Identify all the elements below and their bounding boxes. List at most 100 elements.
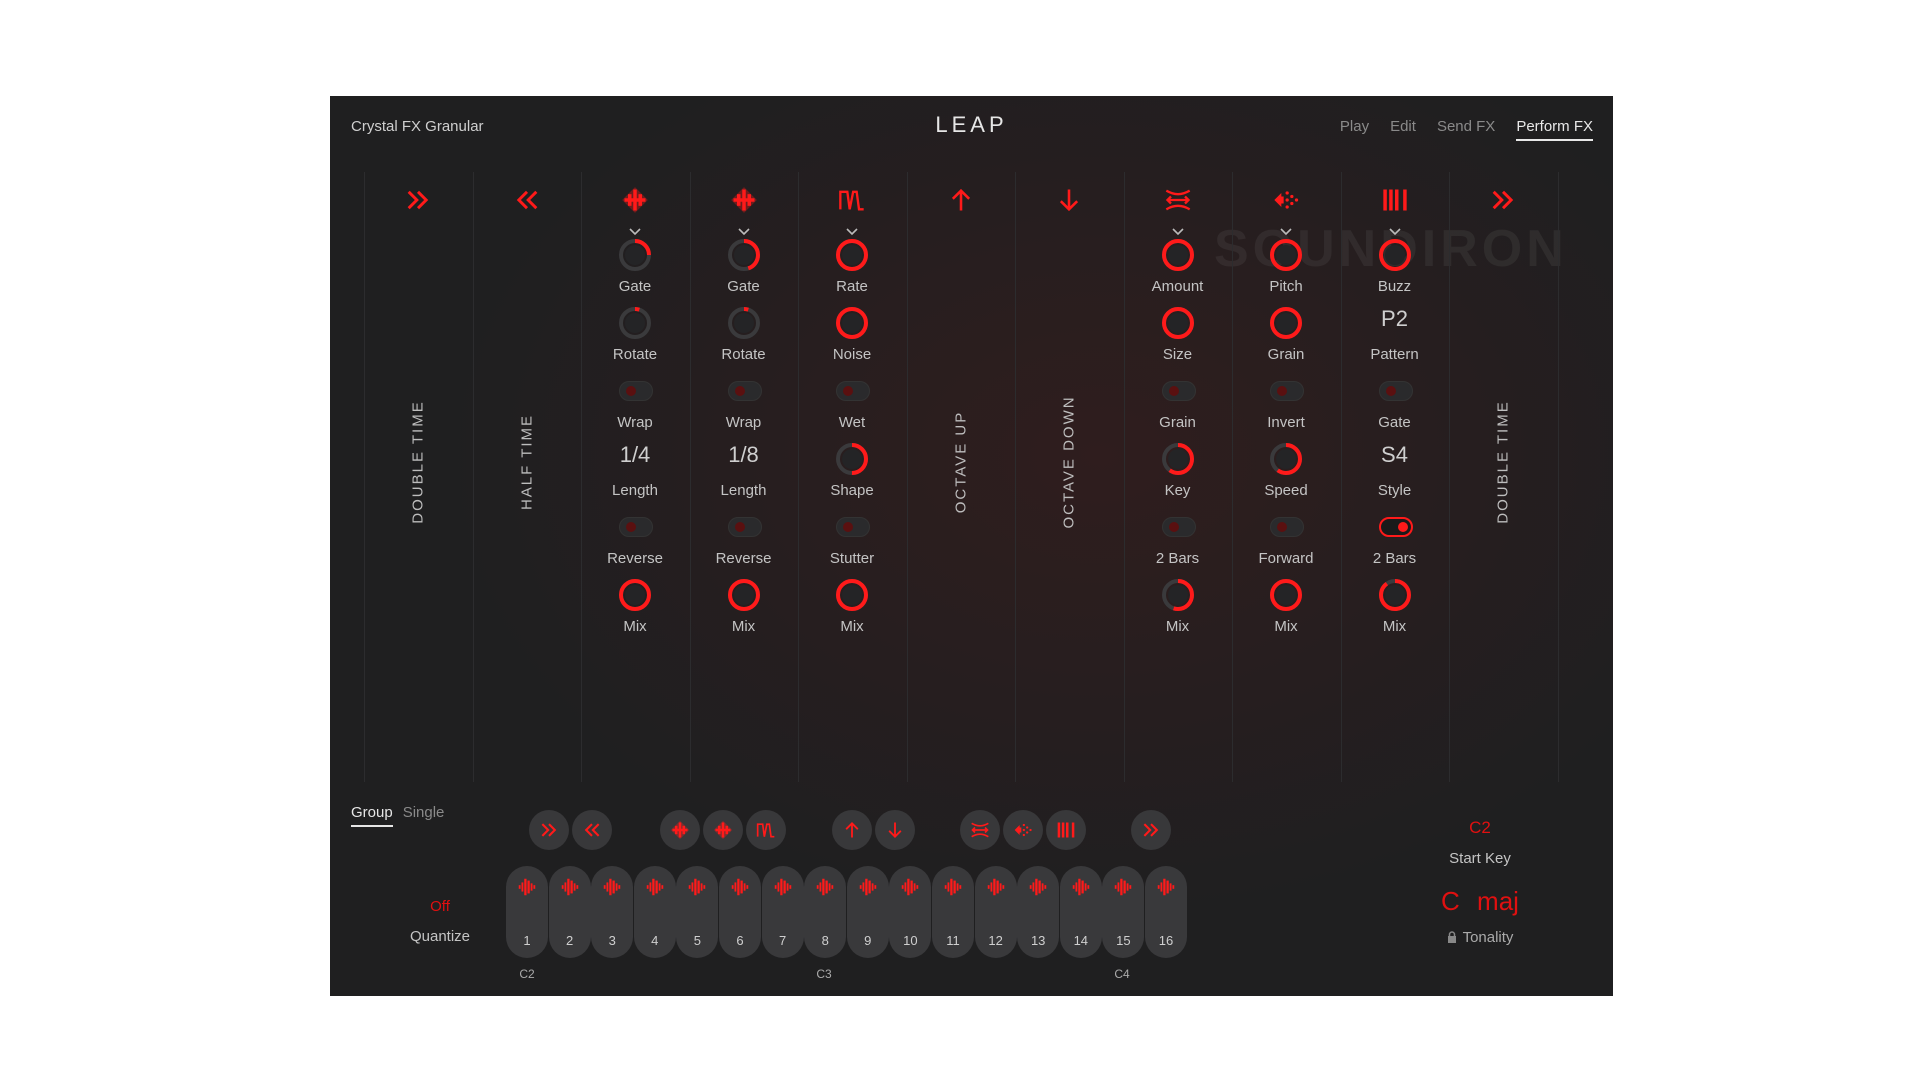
stutter-diamond-icon[interactable] (690, 182, 798, 218)
double-chevron-right-button[interactable] (1131, 810, 1171, 850)
stutter-diamond-button[interactable] (703, 810, 743, 850)
trigger-pad-2[interactable]: 2 (548, 866, 591, 958)
value-length[interactable]: 1/8 (690, 442, 798, 468)
double-chevron-right-icon[interactable] (364, 182, 472, 218)
toggle-invert[interactable] (1270, 381, 1304, 401)
tab-send-fx[interactable]: Send FX (1437, 118, 1495, 141)
knob-mix[interactable] (1378, 578, 1412, 612)
toggle-wrap[interactable] (619, 381, 653, 401)
pad-number: 13 (1030, 933, 1046, 948)
trigger-pad-12[interactable]: 12 (974, 866, 1017, 958)
start-key-value[interactable]: C2 (1440, 818, 1520, 838)
knob-shape[interactable] (835, 442, 869, 476)
double-chevron-left-icon[interactable] (473, 182, 581, 218)
knob-gate[interactable] (727, 238, 761, 272)
toggle-wet[interactable] (836, 381, 870, 401)
double-chevron-right-button[interactable] (529, 810, 569, 850)
toggle-gate[interactable] (1378, 381, 1413, 401)
trigger-pad-6[interactable]: 6 (719, 866, 761, 958)
arrow-down-button[interactable] (875, 810, 915, 850)
compress-arrows-icon[interactable] (1124, 182, 1232, 218)
trigger-pad-16[interactable]: 16 (1145, 866, 1187, 958)
toggle-forward[interactable] (1270, 517, 1304, 537)
knob-rate[interactable] (835, 238, 869, 272)
trigger-pad-9[interactable]: 9 (846, 866, 889, 958)
trigger-pad-11[interactable]: 11 (932, 866, 974, 958)
quantize-value[interactable]: Off (410, 898, 470, 915)
waveform-icon (506, 876, 548, 898)
tab-edit[interactable]: Edit (1390, 118, 1416, 141)
knob-mix[interactable] (1269, 578, 1303, 612)
knob-amount[interactable] (1161, 238, 1195, 272)
modulation-wave-button[interactable] (746, 810, 786, 850)
fx-column-3: Gate Rotate Wrap 1/4 Length Reverse Mix (581, 172, 689, 782)
value-length[interactable]: 1/4 (581, 442, 689, 468)
arrow-up-button[interactable] (832, 810, 872, 850)
control-label: Size (1162, 346, 1193, 363)
trigger-pad-4[interactable]: 4 (633, 866, 676, 958)
chevron-down-icon[interactable] (1232, 225, 1340, 239)
compress-arrows-button[interactable] (960, 810, 1000, 850)
knob-rotate[interactable] (727, 306, 761, 340)
knob-key[interactable] (1161, 442, 1195, 476)
stutter-diamond-icon[interactable] (581, 182, 689, 218)
toggle-reverse[interactable] (727, 517, 762, 537)
double-chevron-left-button[interactable] (572, 810, 612, 850)
arrow-up-icon[interactable] (907, 182, 1015, 218)
toggle-grain[interactable] (1161, 381, 1196, 401)
knob-mix[interactable] (727, 578, 761, 612)
quantize-label: Quantize (409, 928, 471, 945)
knob-pitch[interactable] (1269, 238, 1303, 272)
toggle-wrap[interactable] (727, 381, 762, 401)
trigger-pad-13[interactable]: 13 (1017, 866, 1060, 958)
scatter-left-icon[interactable] (1232, 182, 1340, 218)
control-label: Reverse (715, 550, 772, 567)
trigger-pad-14[interactable]: 14 (1059, 866, 1102, 958)
value-style[interactable]: S4 (1341, 442, 1449, 468)
knob-noise[interactable] (835, 306, 869, 340)
value-pattern[interactable]: P2 (1341, 306, 1449, 332)
chevron-down-icon[interactable] (690, 225, 798, 239)
trigger-pad-5[interactable]: 5 (676, 866, 719, 958)
tab-group[interactable]: Group (351, 804, 393, 827)
toggle-reverse[interactable] (619, 517, 653, 537)
octave-label-c4: C4 (1114, 967, 1130, 981)
chevron-down-icon[interactable] (798, 225, 906, 239)
gate-bars-icon[interactable] (1341, 182, 1449, 218)
tab-perform-fx[interactable]: Perform FX (1516, 118, 1593, 141)
toggle-2-bars[interactable] (1378, 517, 1413, 537)
lock-icon[interactable] (1447, 930, 1457, 947)
trigger-pad-1[interactable]: 1 (506, 866, 548, 958)
knob-mix[interactable] (618, 578, 652, 612)
knob-size[interactable] (1161, 306, 1195, 340)
knob-mix[interactable] (835, 578, 869, 612)
chevron-down-icon[interactable] (581, 225, 689, 239)
toggle-stutter[interactable] (836, 517, 870, 537)
control-label: Mix (1382, 618, 1407, 635)
knob-grain[interactable] (1269, 306, 1303, 340)
double-chevron-right-icon[interactable] (1449, 182, 1557, 218)
tab-single[interactable]: Single (403, 804, 445, 827)
toggle-2-bars[interactable] (1161, 517, 1196, 537)
trigger-pad-10[interactable]: 10 (889, 866, 932, 958)
tab-play[interactable]: Play (1340, 118, 1369, 141)
trigger-pad-3[interactable]: 3 (591, 866, 634, 958)
knob-mix[interactable] (1161, 578, 1195, 612)
chevron-down-icon[interactable] (1341, 225, 1449, 239)
arrow-down-icon[interactable] (1015, 182, 1123, 218)
trigger-pad-7[interactable]: 7 (761, 866, 804, 958)
chevron-down-icon[interactable] (1124, 225, 1232, 239)
trigger-pad-8[interactable]: 8 (804, 866, 847, 958)
knob-buzz[interactable] (1378, 238, 1412, 272)
trigger-pad-15[interactable]: 15 (1102, 866, 1145, 958)
tonality-value[interactable]: C maj (1425, 886, 1535, 917)
modulation-wave-icon[interactable] (798, 182, 906, 218)
knob-speed[interactable] (1269, 442, 1303, 476)
stutter-diamond-icon (713, 820, 733, 840)
knob-gate[interactable] (618, 238, 652, 272)
fx-column-9: Pitch Grain Invert Speed Forward Mix (1232, 172, 1340, 782)
knob-rotate[interactable] (618, 306, 652, 340)
gate-bars-button[interactable] (1046, 810, 1086, 850)
stutter-diamond-button[interactable] (660, 810, 700, 850)
scatter-left-button[interactable] (1003, 810, 1043, 850)
